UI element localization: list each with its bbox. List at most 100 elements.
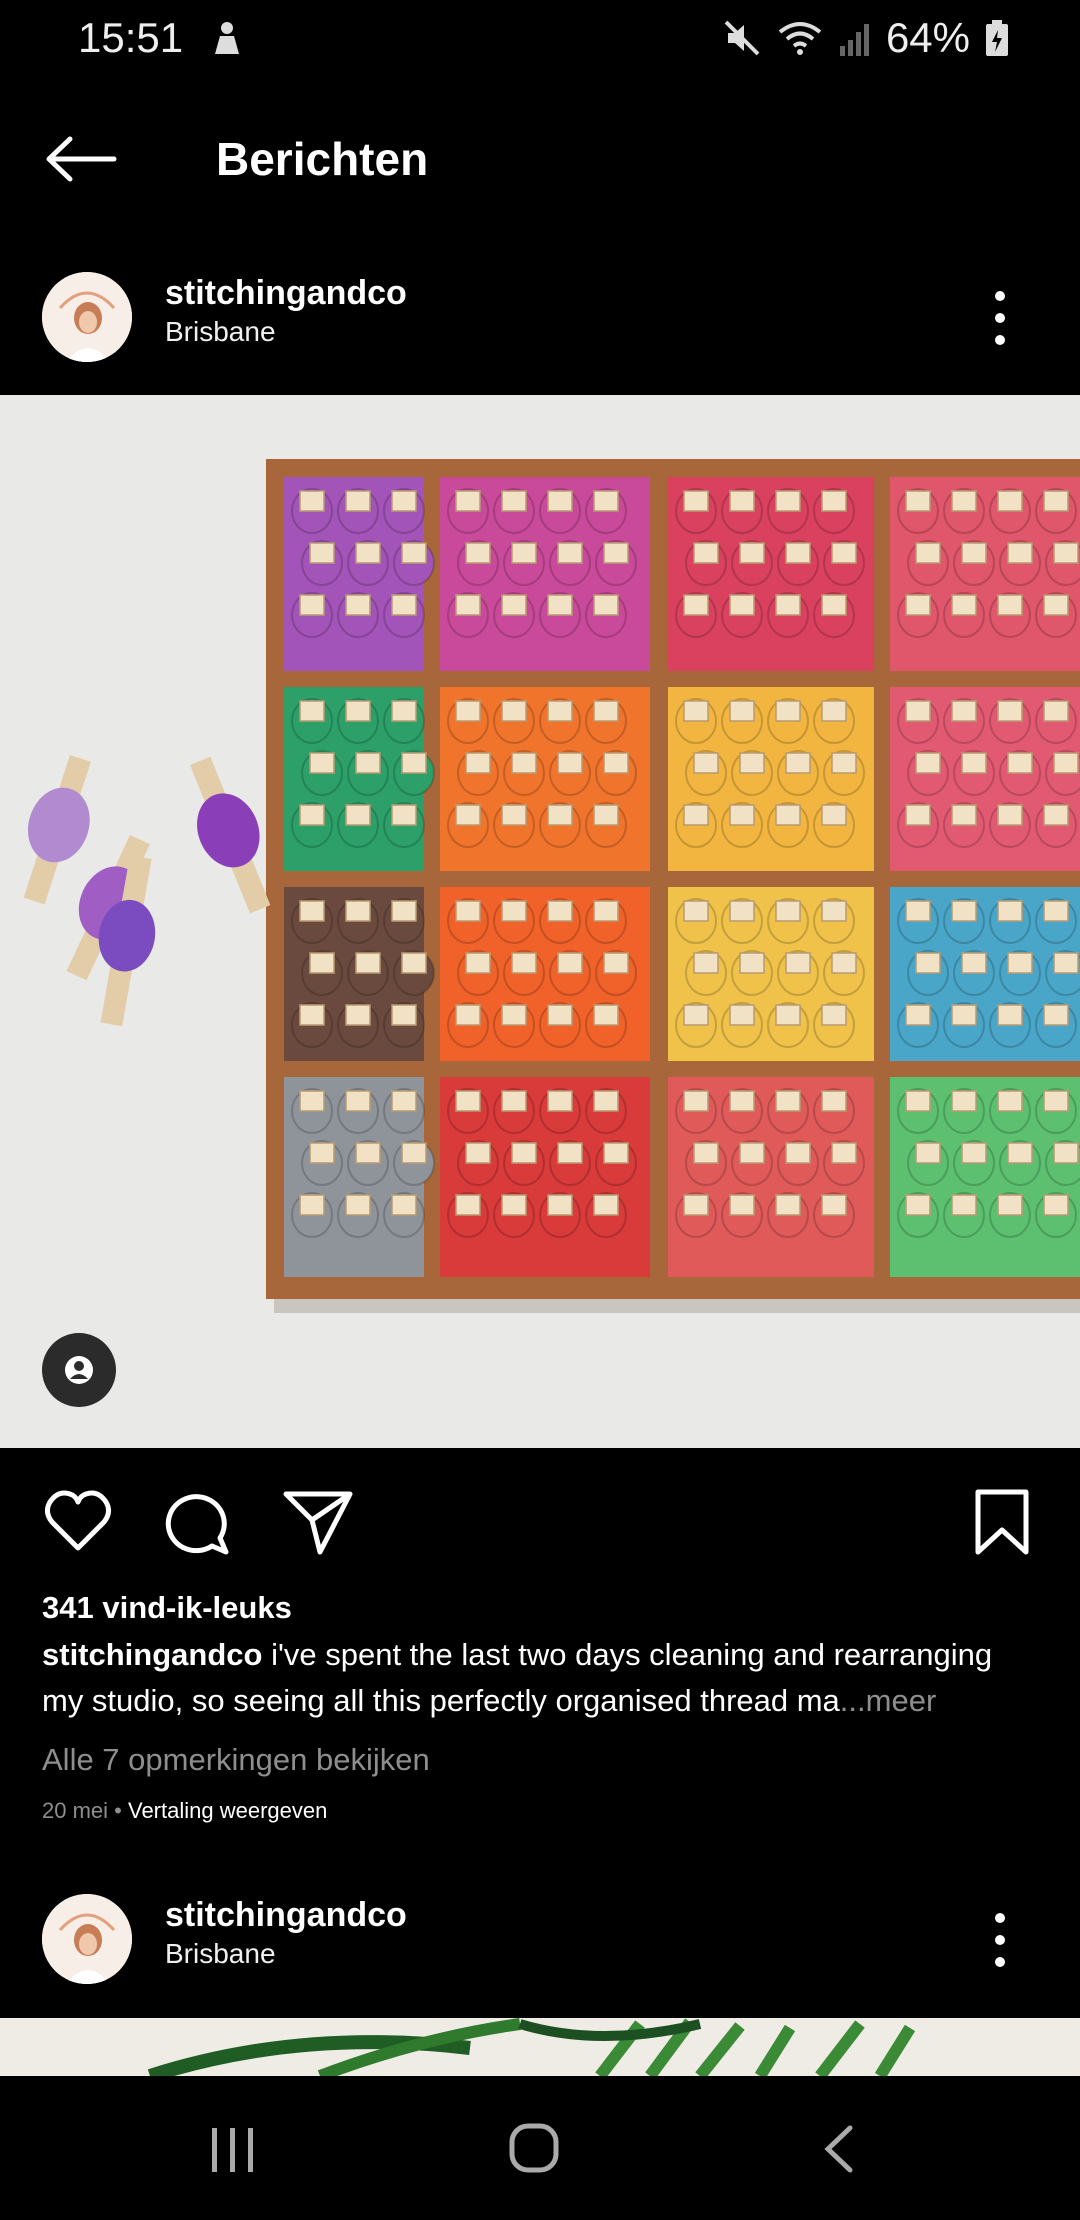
heart-icon[interactable] xyxy=(42,1486,114,1558)
post-username[interactable]: stitchingandco xyxy=(165,274,407,313)
avatar[interactable] xyxy=(42,272,132,362)
wooden-peg xyxy=(345,1090,371,1112)
wooden-peg xyxy=(501,1194,527,1216)
wooden-peg xyxy=(455,1194,481,1216)
caption-more-link[interactable]: ...meer xyxy=(840,1683,936,1718)
wooden-peg xyxy=(951,490,977,512)
wooden-peg xyxy=(391,490,417,512)
wooden-peg xyxy=(345,700,371,722)
wooden-peg xyxy=(693,752,719,774)
wooden-peg xyxy=(1043,804,1069,826)
arrow-left-icon[interactable] xyxy=(44,134,118,184)
wooden-peg xyxy=(391,700,417,722)
wooden-peg xyxy=(739,752,765,774)
post-location[interactable]: Brisbane xyxy=(165,316,276,348)
wooden-peg xyxy=(997,490,1023,512)
wooden-peg xyxy=(821,594,847,616)
wooden-peg xyxy=(905,900,931,922)
wooden-peg xyxy=(1043,490,1069,512)
battery-icon xyxy=(986,20,1008,56)
bookmark-icon[interactable] xyxy=(966,1486,1038,1558)
wooden-peg xyxy=(729,804,755,826)
status-time: 15:51 xyxy=(78,14,184,61)
wooden-peg xyxy=(951,1004,977,1026)
wifi-icon xyxy=(778,22,822,55)
wooden-peg xyxy=(299,490,325,512)
wooden-peg xyxy=(547,804,573,826)
app-header: Berichten xyxy=(0,110,1080,210)
wooden-peg xyxy=(683,490,709,512)
wooden-peg xyxy=(821,1194,847,1216)
wooden-peg xyxy=(455,804,481,826)
wooden-peg xyxy=(1043,1194,1069,1216)
wooden-peg xyxy=(391,1194,417,1216)
wooden-peg xyxy=(309,542,335,564)
wooden-peg xyxy=(951,594,977,616)
wooden-peg xyxy=(501,594,527,616)
wooden-peg xyxy=(501,490,527,512)
wooden-peg xyxy=(821,1004,847,1026)
wooden-peg xyxy=(401,952,427,974)
translate-link[interactable]: Vertaling weergeven xyxy=(128,1798,327,1823)
next-post-username[interactable]: stitchingandco xyxy=(165,1896,407,1935)
wooden-peg xyxy=(501,804,527,826)
comment-icon[interactable] xyxy=(162,1486,234,1558)
wooden-peg xyxy=(511,1142,537,1164)
wooden-peg xyxy=(355,1142,381,1164)
wooden-peg xyxy=(345,900,371,922)
wooden-peg xyxy=(455,490,481,512)
post-image[interactable] xyxy=(0,395,1080,1448)
avatar-image xyxy=(42,272,132,362)
signal-icon xyxy=(839,24,869,56)
wooden-peg xyxy=(729,1004,755,1026)
likes-count[interactable]: 341 vind-ik-leuks xyxy=(42,1590,292,1626)
wooden-peg xyxy=(455,594,481,616)
wooden-peg xyxy=(1043,900,1069,922)
wooden-peg xyxy=(593,700,619,722)
caption-username[interactable]: stitchingandco xyxy=(42,1637,262,1672)
wooden-peg xyxy=(547,1004,573,1026)
wooden-peg xyxy=(683,700,709,722)
wooden-peg xyxy=(557,542,583,564)
more-vertical-icon[interactable] xyxy=(986,290,1014,346)
wooden-peg xyxy=(401,1142,427,1164)
wooden-peg xyxy=(345,490,371,512)
wooden-peg xyxy=(511,752,537,774)
wooden-peg xyxy=(997,900,1023,922)
post-date: 20 mei xyxy=(42,1798,109,1823)
home-icon[interactable] xyxy=(508,2122,560,2174)
recents-icon[interactable] xyxy=(208,2126,258,2174)
embroidery-photo xyxy=(0,2018,1080,2076)
send-icon[interactable] xyxy=(282,1486,354,1558)
wooden-peg xyxy=(465,542,491,564)
wooden-peg xyxy=(961,1142,987,1164)
wooden-peg xyxy=(1053,952,1079,974)
next-avatar[interactable] xyxy=(42,1894,132,1984)
view-comments-link[interactable]: Alle 7 opmerkingen bekijken xyxy=(42,1742,430,1778)
wooden-peg xyxy=(951,804,977,826)
next-post-location[interactable]: Brisbane xyxy=(165,1938,276,1970)
wooden-peg xyxy=(299,1194,325,1216)
wooden-peg xyxy=(997,1090,1023,1112)
wooden-peg xyxy=(775,804,801,826)
wooden-peg xyxy=(683,804,709,826)
wooden-peg xyxy=(309,952,335,974)
user-tag-icon[interactable] xyxy=(42,1333,116,1407)
more-vertical-icon[interactable] xyxy=(986,1912,1014,1968)
wooden-peg xyxy=(683,1090,709,1112)
wooden-peg xyxy=(785,542,811,564)
wooden-peg xyxy=(905,1194,931,1216)
wooden-peg xyxy=(593,900,619,922)
wooden-peg xyxy=(775,1194,801,1216)
nav-back-icon[interactable] xyxy=(820,2124,856,2174)
wooden-peg xyxy=(1007,542,1033,564)
wooden-peg xyxy=(915,952,941,974)
wooden-peg xyxy=(511,542,537,564)
wooden-peg xyxy=(821,1090,847,1112)
wooden-peg xyxy=(961,752,987,774)
wooden-peg xyxy=(501,900,527,922)
wooden-peg xyxy=(557,752,583,774)
next-post-header: stitchingandco Brisbane xyxy=(0,1882,1080,2002)
wooden-peg xyxy=(693,952,719,974)
next-post-image[interactable] xyxy=(0,2018,1080,2076)
